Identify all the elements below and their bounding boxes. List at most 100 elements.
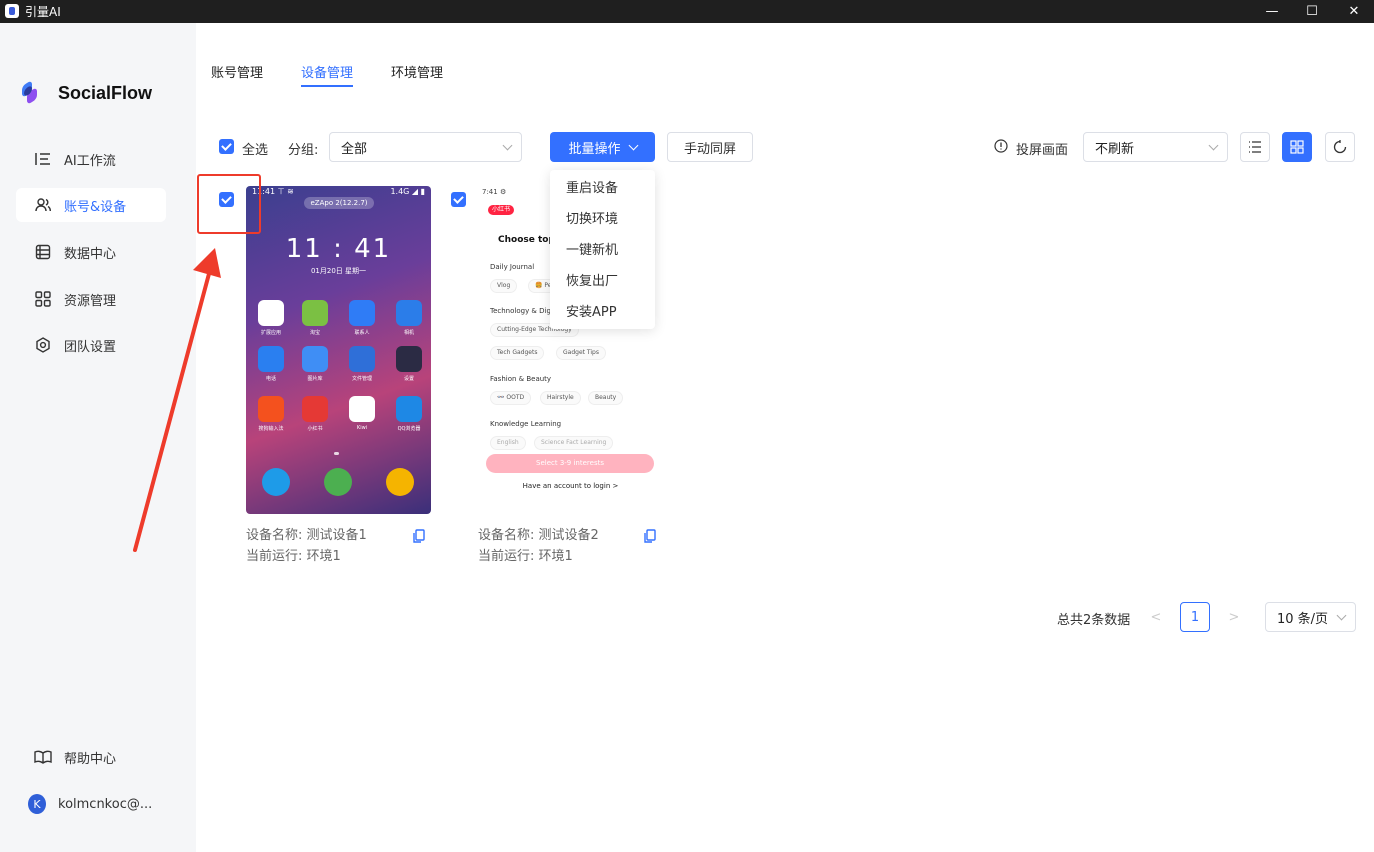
phone-app-label: 文件管理: [351, 376, 372, 382]
sidebar-item-ai-workflow[interactable]: AI工作流: [16, 142, 166, 176]
phone-app-icon[interactable]: [349, 300, 375, 326]
section-title: Knowledge Learning: [490, 420, 562, 428]
annotation-arrow: [133, 248, 221, 552]
onboarding-heading: Choose top: [498, 235, 555, 245]
refresh-interval-select[interactable]: 不刷新: [1083, 132, 1228, 162]
phone-app-label: QQ浏览器: [397, 426, 421, 432]
section-title: Fashion & Beauty: [490, 375, 552, 383]
phone-app-icon[interactable]: [396, 346, 422, 372]
phone-clock: 11 : 41: [285, 234, 392, 264]
close-button[interactable]: ✕: [1334, 0, 1374, 23]
phone-date: 01月20日 星期一: [310, 267, 367, 275]
phone-app-icon[interactable]: [258, 396, 284, 422]
select-interests-button[interactable]: Select 3-9 interests: [486, 454, 654, 473]
tab-environment-management[interactable]: 环境管理: [391, 62, 443, 87]
refresh-icon: [1333, 140, 1347, 154]
phone-app-label: Kiwi: [356, 425, 368, 431]
grid-view-button[interactable]: [1282, 132, 1312, 162]
sidebar-item-label: 账号&设备: [64, 199, 127, 215]
next-page-button[interactable]: >: [1223, 602, 1245, 632]
page-number-current[interactable]: 1: [1180, 602, 1210, 632]
phone-app-icon[interactable]: [302, 300, 328, 326]
total-count: 总共2条数据: [1057, 613, 1131, 628]
interest-chip[interactable]: 👓 OOTD: [490, 391, 532, 405]
menu-item-factory-reset[interactable]: 恢复出厂: [550, 264, 655, 295]
phone-app-icon[interactable]: [258, 300, 284, 326]
refresh-button[interactable]: [1325, 132, 1355, 162]
maximize-button[interactable]: ☐: [1292, 0, 1332, 23]
sidebar-item-label: AI工作流: [64, 153, 116, 169]
brand-logo[interactable]: SocialFlow: [20, 80, 152, 105]
avatar: K: [28, 794, 46, 814]
phone-app-icon[interactable]: [302, 396, 328, 422]
login-link[interactable]: Have an account to login >: [478, 482, 663, 490]
phone-dock-icon[interactable]: [386, 468, 414, 496]
phone-app-label: 搜狗输入法: [258, 426, 284, 432]
menu-item-install-app[interactable]: 安装APP: [550, 295, 655, 326]
interest-chip[interactable]: Science Fact Learning: [534, 436, 614, 450]
phone-app-icon[interactable]: [349, 396, 375, 422]
tab-account-management[interactable]: 账号管理: [211, 62, 263, 87]
list-view-button[interactable]: [1240, 132, 1270, 162]
phone-app-label: 小红书: [307, 426, 323, 432]
sidebar-item-label: 团队设置: [64, 339, 117, 355]
copy-icon[interactable]: [413, 529, 425, 543]
copy-icon[interactable]: [644, 529, 656, 543]
menu-item-restart-device[interactable]: 重启设备: [550, 171, 655, 202]
prev-page-button[interactable]: <: [1145, 602, 1167, 632]
minimize-button[interactable]: —: [1252, 0, 1292, 23]
interest-chip[interactable]: Gadget Tips: [556, 346, 606, 360]
socialflow-logo-icon: [20, 80, 40, 105]
window-title: 引量AI: [25, 5, 61, 19]
interest-chip[interactable]: Beauty: [588, 391, 624, 405]
help-center-link[interactable]: 帮助中心: [16, 740, 166, 774]
database-icon: [34, 243, 52, 261]
current-run-label: 当前运行:: [246, 549, 303, 564]
batch-operation-label: 批量操作: [568, 141, 621, 157]
menu-item-switch-environment[interactable]: 切换环境: [550, 202, 655, 233]
sidebar-item-accounts-devices[interactable]: 账号&设备: [16, 188, 166, 222]
page-size-select[interactable]: 10 条/页: [1265, 602, 1356, 632]
batch-operation-menu: 重启设备 切换环境 一键新机 恢复出厂 安装APP: [550, 170, 655, 329]
cast-screen-label: 投屏画面: [1016, 143, 1069, 158]
interest-chip[interactable]: Vlog: [490, 279, 518, 293]
phone-app-icon[interactable]: [349, 346, 375, 372]
device-name-label: 设备名称:: [478, 528, 535, 543]
group-label: 分组:: [288, 143, 319, 158]
user-account[interactable]: K kolmcnkoc@...: [16, 787, 166, 821]
chevron-down-icon: [1208, 140, 1219, 151]
chevron-down-icon: [502, 140, 513, 151]
current-run-label: 当前运行:: [478, 549, 535, 564]
batch-operation-button[interactable]: 批量操作: [550, 132, 655, 162]
phone-app-icon[interactable]: [396, 396, 422, 422]
phone-dock-icon[interactable]: [324, 468, 352, 496]
phone-dock-icon[interactable]: [262, 468, 290, 496]
select-all-label: 全选: [242, 143, 269, 158]
device-1-screen[interactable]: 11:41 ⊤ ≋ 1.4G ◢ ▮ eZApo 2(12.2.7) 11 : …: [246, 186, 431, 514]
interest-chip[interactable]: English: [490, 436, 526, 450]
tab-device-management[interactable]: 设备管理: [301, 62, 354, 87]
info-circle-icon: [994, 139, 1008, 157]
interest-chip[interactable]: Hairstyle: [540, 391, 581, 405]
interest-chip[interactable]: Tech Gadgets: [490, 346, 545, 360]
device-name: 测试设备2: [538, 528, 599, 543]
phone-app-label: 图片库: [307, 376, 323, 382]
phone-app-icon[interactable]: [302, 346, 328, 372]
section-title: Technology & Dig: [490, 307, 551, 315]
phone-app-label: 电话: [265, 376, 276, 382]
users-icon: [34, 196, 52, 214]
device-1-info: 设备名称: 测试设备1 当前运行: 环境1: [246, 525, 367, 567]
phone-app-icon[interactable]: [396, 300, 422, 326]
device-2-checkbox[interactable]: [451, 192, 466, 207]
status-right: 1.4G ◢ ▮: [390, 187, 425, 196]
device-2-info: 设备名称: 测试设备2 当前运行: 环境1: [478, 525, 599, 567]
phone-app-label: 联系人: [354, 330, 370, 336]
manual-sync-button[interactable]: 手动同屏: [667, 132, 753, 162]
group-select-value: 全部: [341, 141, 368, 157]
group-select[interactable]: 全部: [329, 132, 522, 162]
menu-item-new-device[interactable]: 一键新机: [550, 233, 655, 264]
select-all-checkbox[interactable]: [219, 139, 234, 154]
phone-app-icon[interactable]: [258, 346, 284, 372]
help-center-label: 帮助中心: [64, 751, 117, 767]
phone-app-label: 扩展应用: [260, 330, 281, 336]
